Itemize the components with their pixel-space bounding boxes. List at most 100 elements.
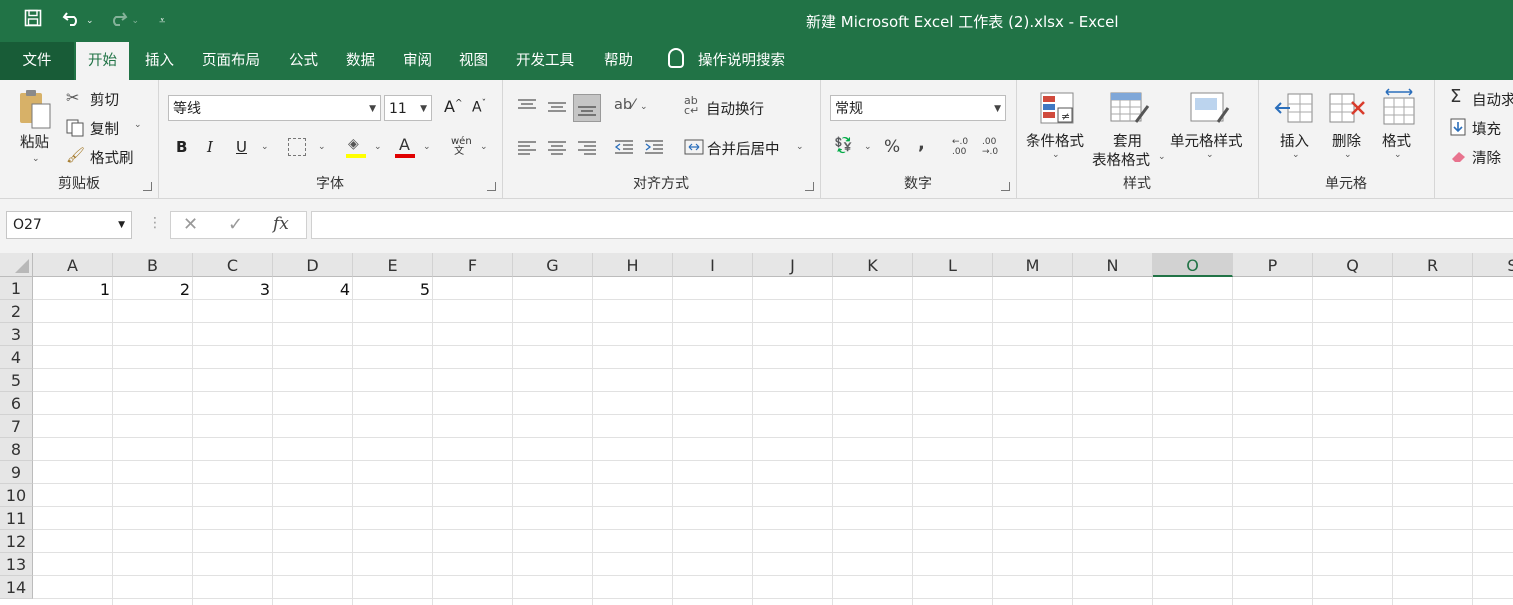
copy-button[interactable]: 复制 ⌄	[66, 117, 152, 139]
format-painter-button[interactable]: 🖌 格式刷	[66, 146, 146, 168]
dialog-launcher-icon[interactable]	[805, 182, 814, 191]
increase-decimal-icon[interactable]: ←.0.00	[952, 137, 968, 157]
column-header-r[interactable]: R	[1393, 253, 1473, 277]
cell-styles-button[interactable]: 单元格样式 ⌄	[1170, 90, 1252, 170]
formula-input[interactable]	[311, 211, 1513, 239]
column-header-j[interactable]: J	[753, 253, 833, 277]
column-header-a[interactable]: A	[33, 253, 113, 277]
increase-indent-icon[interactable]	[644, 139, 664, 157]
align-right-icon[interactable]	[577, 140, 597, 156]
font-size-combo[interactable]: 11 ▼	[384, 95, 432, 121]
cell-d1[interactable]: 4	[273, 277, 353, 300]
accounting-format-icon[interactable]: 💱	[834, 136, 853, 154]
font-name-combo[interactable]: 等线 ▼	[168, 95, 381, 121]
accounting-dropdown-icon[interactable]: ⌄	[864, 142, 872, 152]
font-color-icon[interactable]: A	[395, 135, 415, 158]
row-header-11[interactable]: 11	[0, 507, 33, 530]
borders-dropdown-icon[interactable]: ⌄	[318, 142, 326, 152]
row-header-13[interactable]: 13	[0, 553, 33, 576]
tab-file[interactable]: 文件	[0, 42, 74, 80]
formula-bar-grip-icon[interactable]: ⋮	[148, 215, 162, 231]
row-header-2[interactable]: 2	[0, 300, 33, 323]
column-header-b[interactable]: B	[113, 253, 193, 277]
redo-dropdown-icon[interactable]: ⌄	[132, 16, 140, 26]
column-header-g[interactable]: G	[513, 253, 593, 277]
decrease-font-icon[interactable]: Aˇ	[472, 99, 486, 116]
cut-button[interactable]: ✂ 剪切	[66, 88, 146, 110]
tab-data[interactable]: 数据	[334, 42, 387, 80]
column-header-k[interactable]: K	[833, 253, 913, 277]
tab-page-layout[interactable]: 页面布局	[190, 42, 272, 80]
tab-developer[interactable]: 开发工具	[504, 42, 586, 80]
column-header-m[interactable]: M	[993, 253, 1073, 277]
number-format-combo[interactable]: 常规 ▼	[830, 95, 1006, 121]
row-header-5[interactable]: 5	[0, 369, 33, 392]
align-left-icon[interactable]	[517, 140, 537, 156]
row-header-4[interactable]: 4	[0, 346, 33, 369]
tab-insert[interactable]: 插入	[133, 42, 186, 80]
fill-button[interactable]: 填充 ⌄	[1450, 117, 1513, 139]
wrap-text-button[interactable]: ab c↵ 自动换行	[684, 95, 794, 120]
select-all-button[interactable]	[0, 253, 33, 277]
orientation-dropdown-icon[interactable]: ⌄	[640, 102, 648, 112]
column-header-s[interactable]: S	[1473, 253, 1513, 277]
align-top-icon[interactable]	[517, 98, 537, 114]
undo-dropdown-icon[interactable]: ⌄	[86, 16, 94, 26]
bold-button[interactable]: B	[176, 138, 187, 156]
column-header-i[interactable]: I	[673, 253, 753, 277]
redo-icon[interactable]	[108, 9, 128, 33]
merge-center-button[interactable]: 合并后居中 ⌄	[684, 136, 810, 160]
underline-dropdown-icon[interactable]: ⌄	[261, 142, 269, 152]
column-header-q[interactable]: Q	[1313, 253, 1393, 277]
orientation-icon[interactable]: ab⁄	[614, 97, 635, 113]
borders-icon[interactable]	[288, 138, 306, 156]
align-center-icon[interactable]	[547, 140, 567, 156]
row-header-6[interactable]: 6	[0, 392, 33, 415]
cancel-icon[interactable]: ✕	[183, 214, 198, 235]
tell-me-search[interactable]: 操作说明搜索	[656, 42, 797, 80]
align-bottom-icon[interactable]	[573, 94, 601, 122]
delete-cells-button[interactable]: 删除 ⌄	[1324, 90, 1370, 170]
decrease-decimal-icon[interactable]: .00 →.0	[982, 137, 998, 157]
percent-style-button[interactable]: %	[884, 137, 900, 157]
format-cells-button[interactable]: 格式 ⌄	[1376, 88, 1422, 170]
decrease-indent-icon[interactable]	[614, 139, 634, 157]
column-header-h[interactable]: H	[593, 253, 673, 277]
column-header-f[interactable]: F	[433, 253, 513, 277]
comma-style-button[interactable]: ,	[918, 133, 925, 154]
italic-button[interactable]: I	[207, 138, 213, 156]
column-header-l[interactable]: L	[913, 253, 993, 277]
row-header-8[interactable]: 8	[0, 438, 33, 461]
dialog-launcher-icon[interactable]	[143, 182, 152, 191]
save-icon[interactable]	[24, 9, 42, 33]
worksheet-grid[interactable]: A B C D E F G H I J K L M N O P Q R S 1 2 3 4 5 6 7 8 9 10 11 12 13 14 1 2…	[0, 253, 1513, 605]
format-as-table-button[interactable]: 套用 表格格式 ⌄	[1092, 90, 1168, 170]
row-header-7[interactable]: 7	[0, 415, 33, 438]
column-header-d[interactable]: D	[273, 253, 353, 277]
cell-c1[interactable]: 3	[193, 277, 273, 300]
tab-view[interactable]: 视图	[447, 42, 500, 80]
insert-cells-button[interactable]: 插入 ⌄	[1272, 90, 1318, 170]
cell-e1[interactable]: 5	[353, 277, 433, 300]
clear-button[interactable]: 清除 ⌄	[1450, 146, 1513, 168]
conditional-format-button[interactable]: ≠ 条件格式 ⌄	[1024, 90, 1090, 170]
font-color-dropdown-icon[interactable]: ⌄	[423, 142, 431, 152]
align-middle-icon[interactable]	[547, 100, 567, 116]
row-header-12[interactable]: 12	[0, 530, 33, 553]
increase-font-icon[interactable]: A^	[444, 97, 463, 116]
row-header-14[interactable]: 14	[0, 576, 33, 599]
insert-function-icon[interactable]: fx	[273, 214, 289, 234]
fill-color-dropdown-icon[interactable]: ⌄	[374, 142, 382, 152]
tab-home[interactable]: 开始	[76, 42, 129, 80]
phonetic-icon[interactable]: wén 文	[451, 137, 472, 157]
dialog-launcher-icon[interactable]	[1001, 182, 1010, 191]
cell-b1[interactable]: 2	[113, 277, 193, 300]
column-header-o[interactable]: O	[1153, 253, 1233, 277]
column-header-c[interactable]: C	[193, 253, 273, 277]
underline-button[interactable]: U	[236, 138, 247, 156]
enter-icon[interactable]: ✓	[228, 214, 243, 235]
tab-review[interactable]: 审阅	[391, 42, 444, 80]
row-header-1[interactable]: 1	[0, 277, 33, 300]
column-header-n[interactable]: N	[1073, 253, 1153, 277]
fill-color-icon[interactable]: ◈	[346, 136, 366, 158]
